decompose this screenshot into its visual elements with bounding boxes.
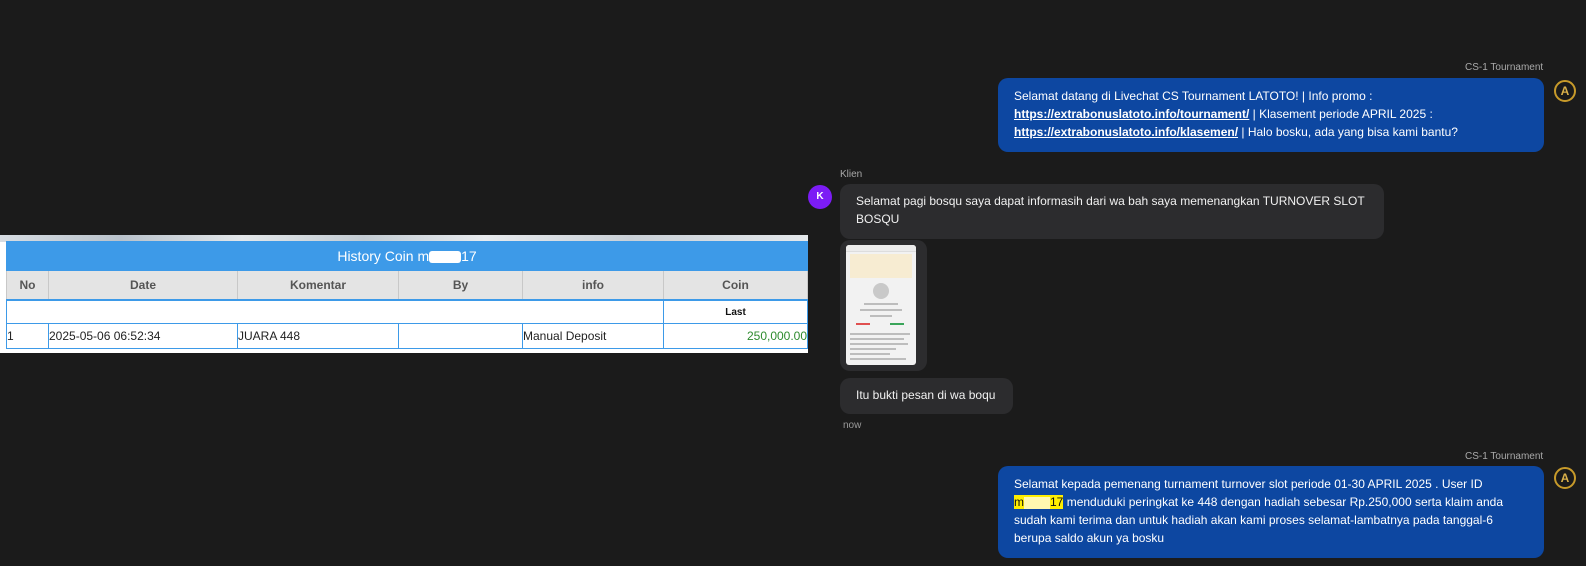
user-id-prefix: m xyxy=(1014,495,1024,509)
history-coin-panel: History Coin m 17 No Date Komentar By inf… xyxy=(0,235,808,353)
cell-komentar: JUARA 448 xyxy=(237,323,399,349)
agent-avatar: A xyxy=(1554,467,1576,489)
user-id-suffix: 17 xyxy=(1050,495,1064,509)
cell-by xyxy=(398,323,523,349)
history-coin-table: History Coin m 17 No Date Komentar By inf… xyxy=(5,241,808,349)
redaction-mask xyxy=(1024,496,1050,509)
screenshot-thumbnail[interactable] xyxy=(846,245,916,365)
tournament-link[interactable]: https://extrabonuslatoto.info/tournament… xyxy=(1014,107,1249,121)
agent-name: CS-1 Tournament xyxy=(1465,451,1544,462)
klasemen-link[interactable]: https://extrabonuslatoto.info/klasemen/ xyxy=(1014,125,1238,139)
cell-date: 2025-05-06 06:52:34 xyxy=(48,323,238,349)
chat-panel[interactable]: CS-1 Tournament Selamat datang di Livech… xyxy=(808,0,1586,566)
table-row: 1 2025-05-06 06:52:34 JUARA 448 Manual D… xyxy=(6,323,808,349)
agent-name: CS-1 Tournament xyxy=(1465,62,1544,73)
column-header-date[interactable]: Date xyxy=(48,270,238,301)
last-row-spacer xyxy=(6,300,664,324)
client-image-message[interactable] xyxy=(840,240,927,371)
agent-message-welcome: Selamat datang di Livechat CS Tournament… xyxy=(998,78,1544,152)
client-message: Itu bukti pesan di wa boqu xyxy=(840,378,1013,414)
message-text: Selamat kepada pemenang turnament turnov… xyxy=(1014,477,1483,491)
redaction-mask xyxy=(429,251,462,264)
history-title-prefix: History Coin m xyxy=(337,248,430,264)
message-timestamp: now xyxy=(843,420,862,431)
cell-no: 1 xyxy=(6,323,49,349)
client-name: Klien xyxy=(840,169,863,180)
client-avatar: K xyxy=(808,185,832,209)
column-header-coin[interactable]: Coin xyxy=(662,270,808,301)
client-message: Selamat pagi bosqu saya dapat informasih… xyxy=(840,184,1384,239)
agent-avatar: A xyxy=(1554,80,1576,102)
column-header-by[interactable]: By xyxy=(398,270,523,301)
cell-coin: 250,000.00 xyxy=(662,323,808,349)
cell-info: Manual Deposit xyxy=(522,323,664,349)
message-text: | Klasement periode APRIL 2025 : xyxy=(1249,107,1433,121)
last-label: Last xyxy=(662,300,808,324)
column-header-info[interactable]: info xyxy=(522,270,664,301)
history-title: History Coin m 17 xyxy=(5,241,808,271)
message-text: Selamat datang di Livechat CS Tournament… xyxy=(1014,89,1373,103)
agent-message-winner: Selamat kepada pemenang turnament turnov… xyxy=(998,466,1544,558)
column-header-komentar[interactable]: Komentar xyxy=(237,270,399,301)
message-text: | Halo bosku, ada yang bisa kami bantu? xyxy=(1238,125,1458,139)
column-header-no[interactable]: No xyxy=(6,270,49,301)
message-text: menduduki peringkat ke 448 dengan hadiah… xyxy=(1014,495,1503,545)
user-id-highlight: m 17 xyxy=(1014,495,1064,509)
history-title-suffix: 17 xyxy=(461,248,477,264)
